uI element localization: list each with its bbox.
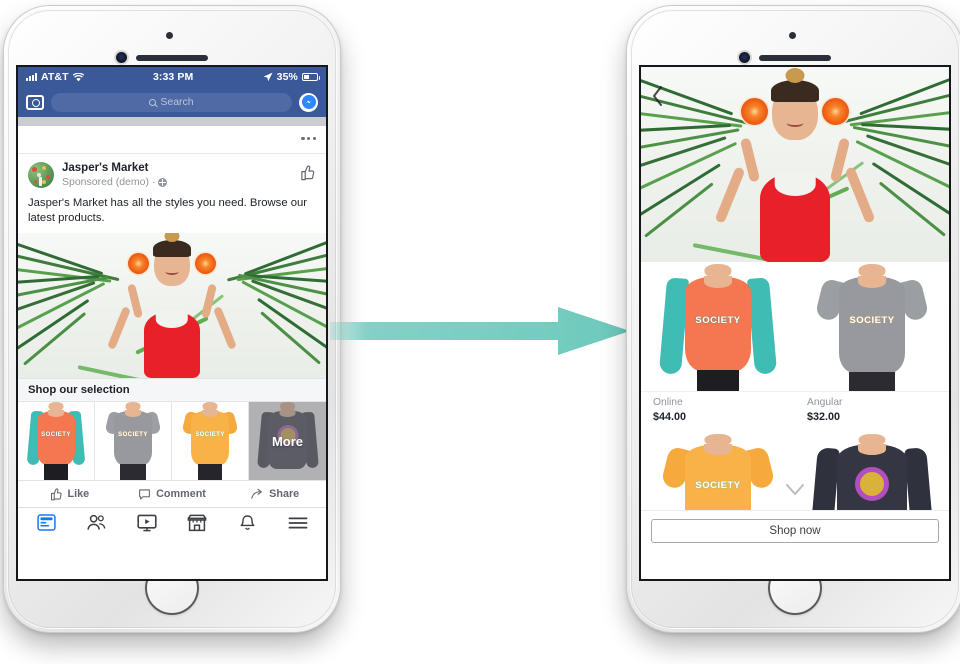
- globe-icon: [158, 177, 168, 187]
- post-action-bar: Like Comment Share: [18, 480, 326, 507]
- tab-menu[interactable]: [273, 516, 323, 530]
- product-image: SOCIETY: [641, 432, 795, 510]
- news-feed-icon: [36, 514, 56, 531]
- comment-button[interactable]: Comment: [121, 481, 224, 507]
- product-grid: SOCIETY Online $44.00 SOCIETY Angular $3…: [641, 262, 949, 552]
- battery-icon: [302, 73, 320, 81]
- carrier-label: AT&T: [41, 71, 69, 83]
- coral-raglan-society-tee: SOCIETY: [641, 264, 795, 391]
- search-input[interactable]: Search: [51, 92, 292, 112]
- gray-society-tee: SOCIETY: [795, 264, 949, 391]
- chevron-left-icon[interactable]: [650, 85, 666, 107]
- signal-bars-icon: [26, 73, 37, 81]
- product-card[interactable]: [795, 432, 949, 510]
- carousel-title: Shop our selection: [18, 378, 326, 402]
- post-meta: Sponsored (demo) ·: [62, 175, 300, 189]
- avatar[interactable]: [28, 162, 54, 188]
- grid-row: SOCIETY: [641, 432, 949, 510]
- tab-notifications[interactable]: [222, 514, 272, 532]
- coral-raglan-society-tee: SOCIETY: [18, 402, 94, 480]
- hamburger-menu-icon: [288, 517, 308, 528]
- page-name[interactable]: Jasper's Market: [62, 162, 300, 175]
- model-figure: [97, 233, 247, 378]
- share-arrow-icon: [251, 488, 263, 499]
- ios-status-bar: AT&T 3:33 PM 35%: [18, 67, 326, 87]
- product-image: SOCIETY: [641, 262, 795, 392]
- proximity-sensor-icon: [789, 32, 796, 39]
- location-arrow-icon: [263, 72, 273, 82]
- product-card[interactable]: SOCIETY: [641, 432, 795, 510]
- comment-label: Comment: [156, 488, 206, 500]
- canvas: AT&T 3:33 PM 35% Search Jasper's Market …: [0, 0, 960, 664]
- battery-percent-label: 35%: [276, 71, 298, 83]
- proximity-sensor-icon: [166, 32, 173, 39]
- product-price: $44.00: [653, 411, 687, 423]
- bell-icon: [240, 514, 255, 530]
- facebook-top-nav: Search: [18, 87, 326, 117]
- like-button[interactable]: Like: [18, 481, 121, 507]
- post-hero-image[interactable]: [18, 233, 326, 378]
- transition-arrow: [330, 307, 630, 355]
- wifi-icon: [72, 72, 84, 81]
- chevron-down-icon[interactable]: [782, 476, 808, 502]
- carousel-item[interactable]: More: [249, 402, 326, 480]
- grid-row: SOCIETY Online $44.00 SOCIETY Angular $3…: [641, 262, 949, 432]
- post-header: Jasper's Market Sponsored (demo) ·: [18, 154, 326, 189]
- cta-container: Shop now: [641, 510, 949, 552]
- thumbs-up-outline-icon[interactable]: [300, 165, 316, 181]
- share-button[interactable]: Share: [223, 481, 326, 507]
- canvas-hero-image: [641, 67, 949, 262]
- sponsored-label: Sponsored (demo): [62, 176, 149, 188]
- earpiece-speaker: [759, 55, 831, 61]
- earpiece-speaker: [136, 55, 208, 61]
- carousel-item[interactable]: SOCIETY: [172, 402, 249, 480]
- product-image: SOCIETY: [795, 262, 949, 392]
- front-camera-icon: [739, 52, 750, 63]
- clock-label: 3:33 PM: [152, 71, 194, 83]
- tab-marketplace[interactable]: [172, 514, 222, 532]
- model-figure: [703, 68, 887, 262]
- product-card[interactable]: SOCIETY Online $44.00: [641, 262, 795, 432]
- gray-society-tee: SOCIETY: [95, 402, 171, 480]
- camera-icon[interactable]: [26, 94, 44, 110]
- front-camera-icon: [116, 52, 127, 63]
- tab-news-feed[interactable]: [21, 514, 71, 531]
- post-toolbar: [18, 126, 326, 154]
- product-card[interactable]: SOCIETY Angular $32.00: [795, 262, 949, 432]
- right-phone-screen: SOCIETY Online $44.00 SOCIETY Angular $3…: [641, 67, 949, 579]
- post-body: Jasper's Market has all the styles you n…: [28, 197, 308, 224]
- product-image: [795, 432, 949, 510]
- feed-divider: [18, 117, 326, 126]
- speech-bubble-icon: [139, 488, 151, 500]
- friends-icon: [87, 514, 106, 530]
- watch-video-icon: [137, 514, 157, 531]
- product-carousel[interactable]: SOCIETY SOCIETY SOCIETY More: [18, 402, 326, 480]
- tab-watch[interactable]: [122, 514, 172, 532]
- left-iphone-device: AT&T 3:33 PM 35% Search Jasper's Market …: [4, 6, 340, 632]
- navy-society-longsleeve: [795, 434, 949, 510]
- right-iphone-device: SOCIETY Online $44.00 SOCIETY Angular $3…: [627, 6, 960, 632]
- left-phone-screen: AT&T 3:33 PM 35% Search Jasper's Market …: [18, 67, 326, 579]
- tab-friends[interactable]: [71, 514, 121, 531]
- orange-society-tee: SOCIETY: [172, 402, 248, 480]
- product-name: Online: [653, 397, 683, 408]
- marketplace-storefront-icon: [187, 514, 207, 531]
- like-label: Like: [67, 488, 90, 500]
- shop-now-button[interactable]: Shop now: [651, 519, 939, 543]
- carousel-item[interactable]: SOCIETY: [18, 402, 95, 480]
- product-name: Angular: [807, 397, 843, 408]
- bottom-tab-bar: [18, 507, 326, 537]
- ellipsis-icon[interactable]: [301, 137, 316, 141]
- product-price: $32.00: [807, 411, 841, 423]
- carousel-item[interactable]: SOCIETY: [95, 402, 172, 480]
- messenger-icon[interactable]: [299, 92, 318, 112]
- news-feed: Jasper's Market Sponsored (demo) · Jaspe…: [18, 126, 326, 537]
- thumbs-up-outline-icon: [50, 487, 62, 500]
- search-placeholder: Search: [160, 96, 194, 108]
- search-icon: [149, 98, 157, 106]
- carousel-more-label[interactable]: More: [249, 402, 326, 480]
- orange-society-tee: SOCIETY: [641, 434, 795, 510]
- share-label: Share: [269, 488, 300, 500]
